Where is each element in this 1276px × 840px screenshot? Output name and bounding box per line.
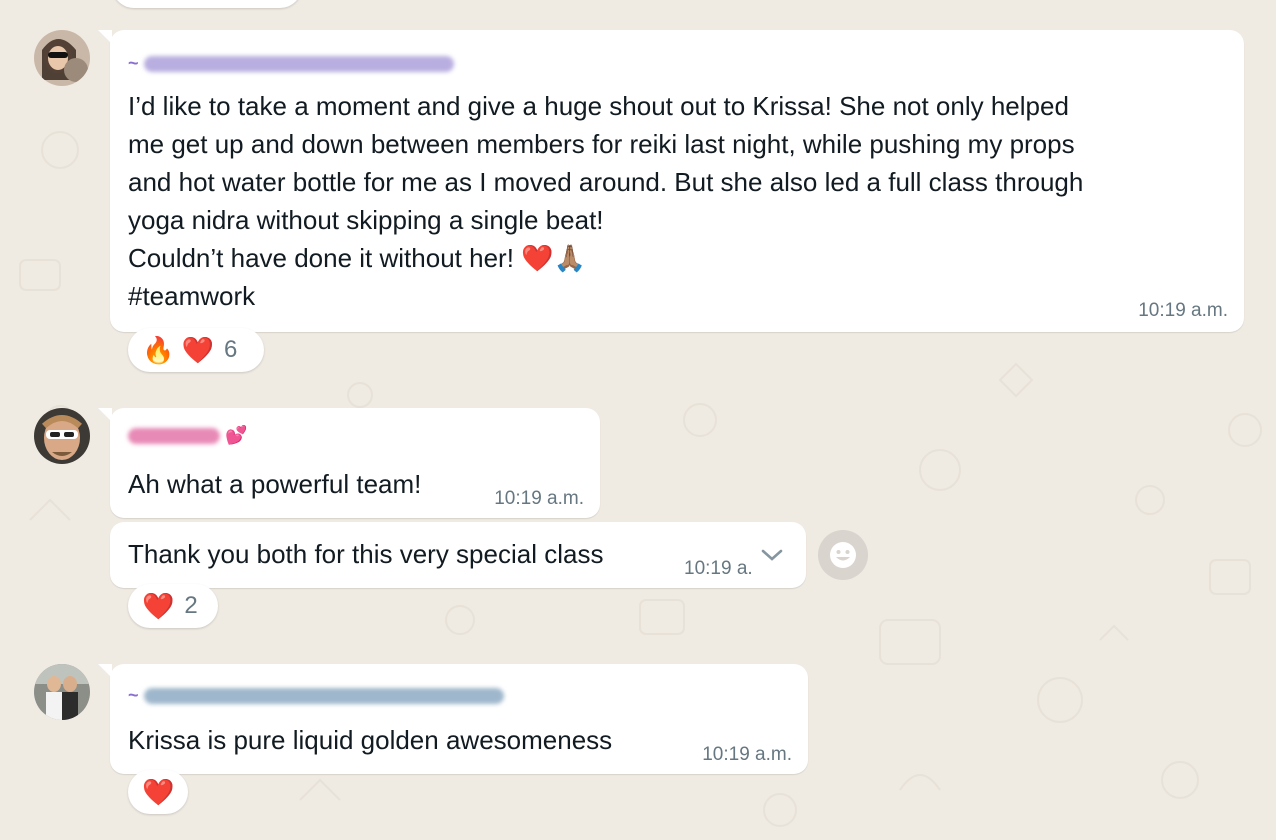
message-time: 10:19 a. <box>684 558 753 579</box>
reaction-count: 6 <box>223 336 238 363</box>
smiley-face-icon[interactable] <box>818 530 868 580</box>
reaction-emojis: ❤️ <box>142 776 175 807</box>
message-text: Thank you both for this very special cla… <box>128 539 604 569</box>
message-bubble[interactable]: ~ I’d like to take a moment and give a h… <box>98 30 1244 332</box>
reaction-pill[interactable]: ❤️ <box>128 770 188 814</box>
sender-name[interactable]: 💕 <box>128 424 247 446</box>
chevron-down-icon[interactable] <box>760 548 784 562</box>
avatar-photo-icon <box>34 30 90 86</box>
avatar-photo-icon <box>34 664 90 720</box>
reaction-pill[interactable]: ❤️ 2 <box>128 584 218 628</box>
reaction-pill-partial[interactable] <box>112 0 302 8</box>
sender-name[interactable]: ~ <box>128 52 454 74</box>
avatar-photo-icon <box>34 408 90 464</box>
message-time: 10:19 a.m. <box>494 488 584 509</box>
reaction-emojis: ❤️ <box>142 590 175 621</box>
reaction-emojis: 🔥 ❤️ <box>142 334 214 365</box>
sender-name[interactable]: ~ <box>128 684 504 706</box>
message-bubble[interactable]: ~ Krissa is pure liquid golden awesomene… <box>98 664 808 774</box>
message-bubble[interactable]: 💕 Ah what a powerful team! 10:19 a.m. <box>98 408 600 518</box>
reaction-count: 2 <box>184 592 198 619</box>
avatar[interactable] <box>34 664 90 720</box>
message-text: Krissa is pure liquid golden awesomeness <box>128 725 613 755</box>
message-bubble[interactable]: Thank you both for this very special cla… <box>110 522 806 588</box>
message-time: 10:19 a.m. <box>702 744 792 765</box>
avatar[interactable] <box>34 30 90 86</box>
reaction-pill[interactable]: 🔥 ❤️ 6 <box>128 328 264 372</box>
message-text: Ah what a powerful team! <box>128 469 422 499</box>
message-time: 10:19 a.m. <box>1138 300 1228 321</box>
message-text: I’d like to take a moment and give a hug… <box>128 91 1084 311</box>
avatar[interactable] <box>34 408 90 464</box>
heart-icon: 💕 <box>225 425 248 445</box>
